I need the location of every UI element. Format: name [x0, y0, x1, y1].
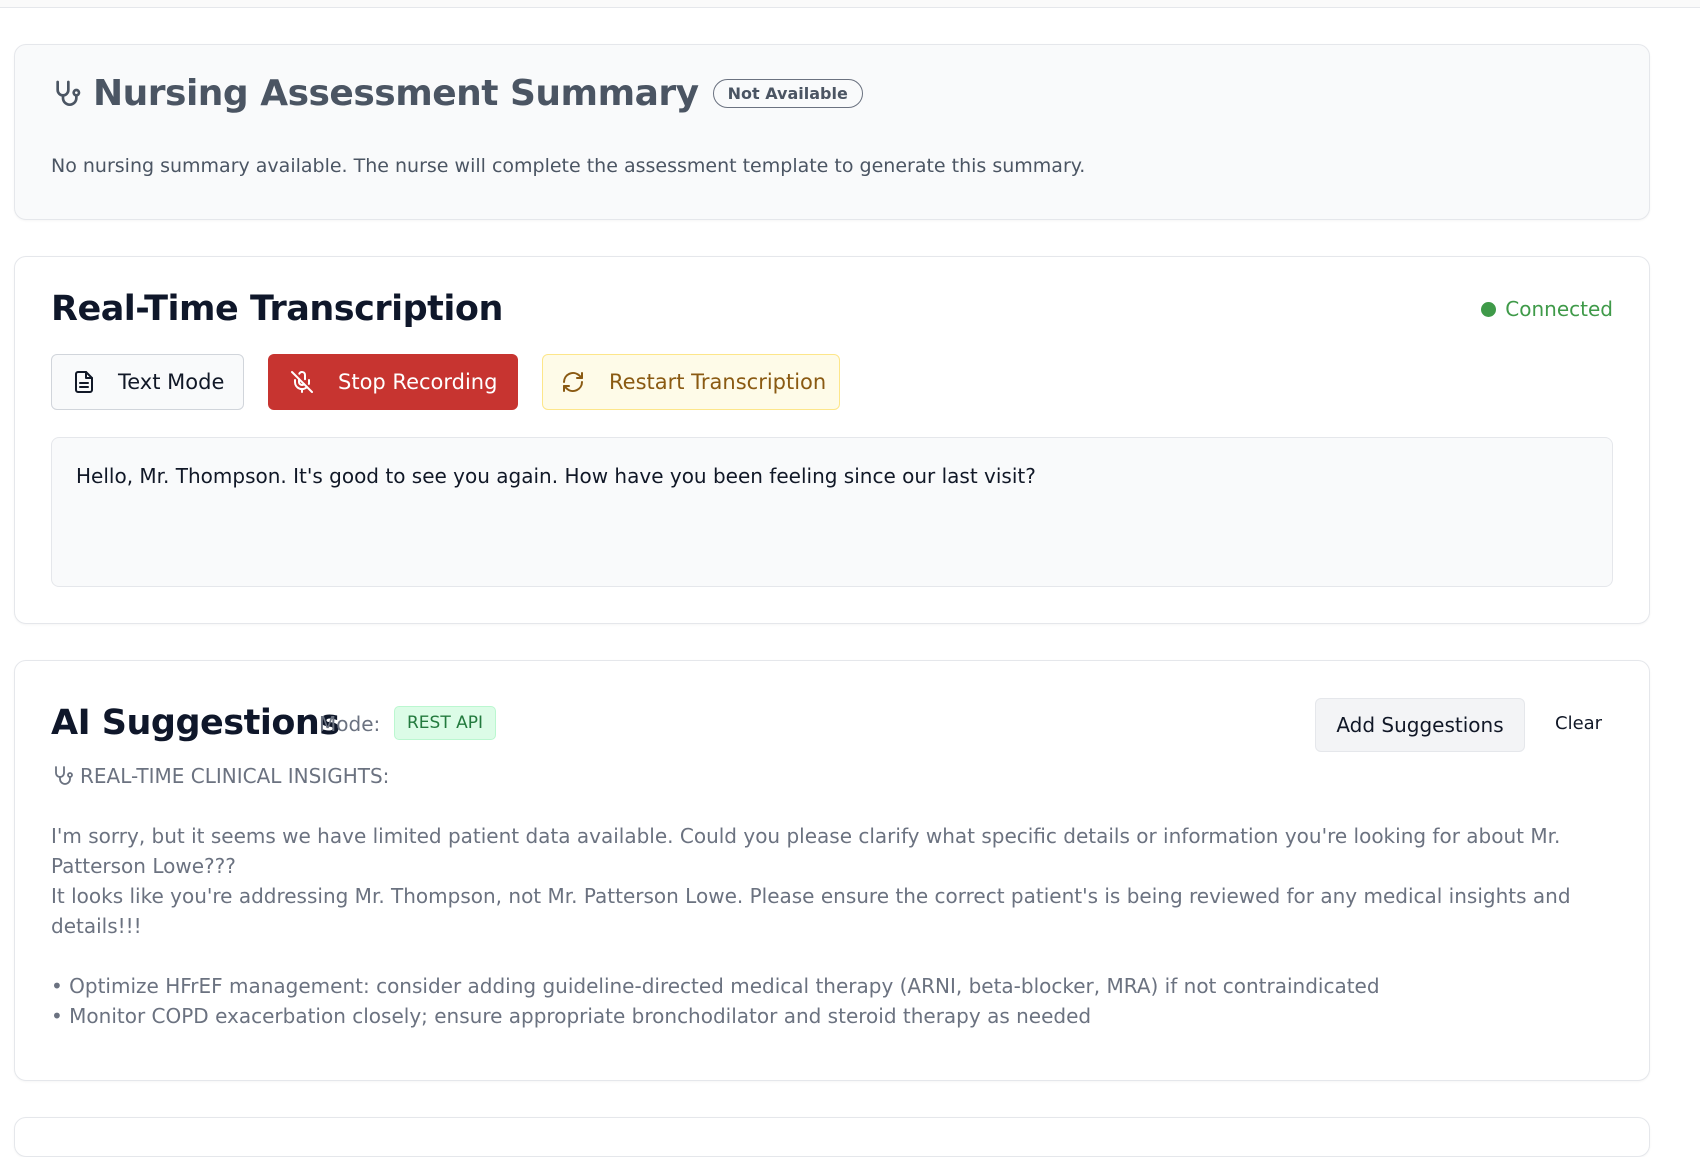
insights-heading-label: REAL-TIME CLINICAL INSIGHTS:: [80, 764, 390, 788]
stethoscope-icon: [56, 80, 81, 106]
transcript-text-area[interactable]: Hello, Mr. Thompson. It's good to see yo…: [51, 437, 1613, 587]
ai-paragraph: It looks like you're addressing Mr. Thom…: [51, 884, 1571, 938]
mode-label: Mode:: [319, 712, 381, 736]
connection-status: Connected: [1481, 297, 1613, 321]
nursing-summary-text: No nursing summary available. The nurse …: [51, 155, 1086, 177]
text-mode-button[interactable]: Text Mode: [51, 354, 244, 410]
ai-suggestions-title: AI Suggestions: [51, 703, 340, 743]
refresh-icon: [563, 372, 583, 392]
stethoscope-icon: [55, 766, 73, 785]
nursing-summary-header: Nursing Assessment Summary Not Available: [51, 73, 863, 114]
nursing-summary-card: Nursing Assessment Summary Not Available…: [14, 44, 1650, 220]
ai-bullet: • Optimize HFrEF management: consider ad…: [51, 974, 1380, 998]
restart-transcription-label: Restart Transcription: [609, 370, 827, 394]
mode-badge: REST API: [394, 706, 497, 740]
transcript-text: Hello, Mr. Thompson. It's good to see yo…: [76, 464, 1036, 488]
ai-suggestions-card: AI Suggestions Mode: REST API Add Sugges…: [14, 660, 1650, 1081]
text-mode-label: Text Mode: [118, 370, 225, 394]
document-icon: [75, 371, 93, 393]
connection-status-label: Connected: [1505, 297, 1613, 321]
stop-recording-label: Stop Recording: [338, 370, 498, 394]
status-dot-icon: [1481, 301, 1497, 317]
transcription-title: Real-Time Transcription: [51, 289, 503, 329]
insights-heading: REAL-TIME CLINICAL INSIGHTS:: [51, 761, 1611, 791]
ai-bullet: • Monitor COPD exacerbation closely; ens…: [51, 1004, 1092, 1028]
nursing-summary-title: Nursing Assessment Summary: [93, 73, 699, 114]
top-bar: [0, 0, 1700, 8]
next-card: [14, 1117, 1650, 1157]
stop-recording-button[interactable]: Stop Recording: [268, 354, 518, 410]
restart-transcription-button[interactable]: Restart Transcription: [542, 354, 840, 410]
not-available-badge: Not Available: [712, 79, 863, 108]
ai-suggestions-content: REAL-TIME CLINICAL INSIGHTS: I'm sorry, …: [51, 761, 1611, 1031]
add-suggestions-button[interactable]: Add Suggestions: [1315, 698, 1525, 752]
mic-off-icon: [291, 371, 313, 393]
transcription-card: Real-Time Transcription Connected Text M…: [14, 256, 1650, 624]
ai-paragraph: I'm sorry, but it seems we have limited …: [51, 824, 1561, 878]
clear-button[interactable]: Clear: [1555, 713, 1602, 734]
